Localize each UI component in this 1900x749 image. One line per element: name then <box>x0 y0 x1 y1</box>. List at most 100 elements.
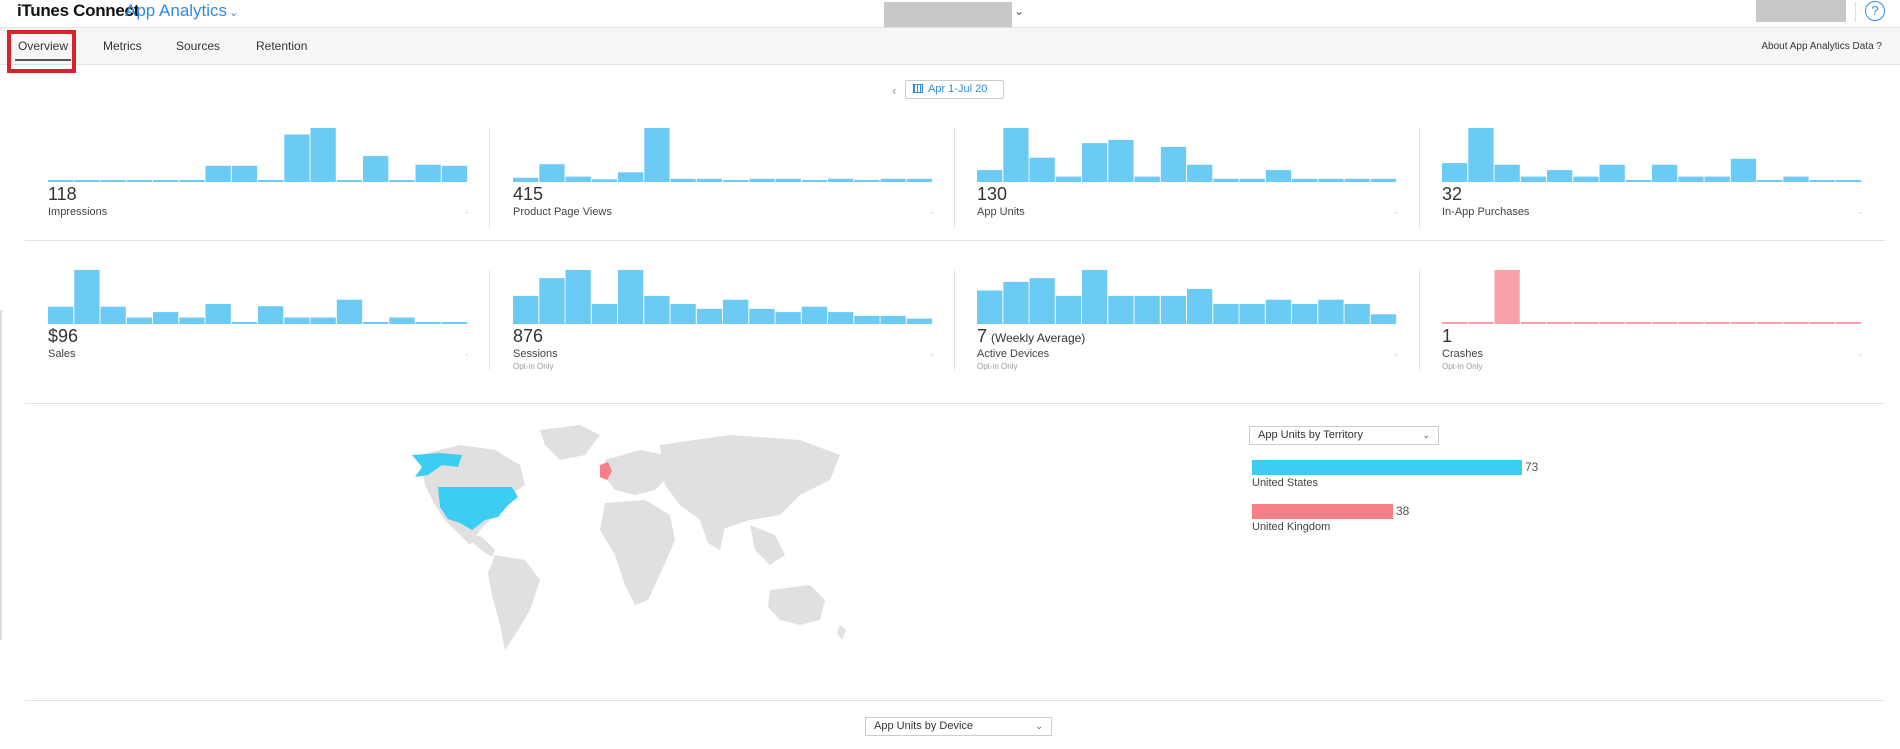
metric-bar <box>513 295 539 324</box>
metric-sublabel: Opt-in Only <box>513 362 554 371</box>
metric-bar <box>1003 281 1029 324</box>
metric-card[interactable]: 1 Crashes Opt-in Only - <box>1442 268 1862 393</box>
metric-bar <box>1029 157 1055 182</box>
metric-value: 130 <box>977 184 1007 205</box>
map-south-america <box>488 555 540 650</box>
divider <box>489 128 490 228</box>
metric-card[interactable]: 7 (Weekly Average) Active Devices Opt-in On… <box>977 268 1397 393</box>
world-map[interactable] <box>400 425 870 670</box>
metric-bar <box>153 312 179 324</box>
metric-bar <box>1239 178 1265 182</box>
date-range-button[interactable]: Apr 1-Jul 20 <box>905 80 1004 99</box>
metric-bar <box>1520 322 1547 324</box>
map-south-asia <box>700 520 725 550</box>
territory-name: United Kingdom <box>1252 521 1331 533</box>
product-menu[interactable]: App Analytics ⌄ <box>125 1 238 21</box>
map-central-america <box>470 533 495 557</box>
chevron-down-icon[interactable]: ⌄ <box>1014 4 1024 18</box>
territory-value: 73 <box>1525 460 1539 474</box>
territory-select[interactable]: App Units by Territory ⌄ <box>1249 426 1439 445</box>
metric-change-indicator: - <box>1394 350 1397 359</box>
metric-bar <box>1160 295 1187 324</box>
metric-bar <box>1783 322 1809 324</box>
user-account[interactable] <box>1756 0 1846 22</box>
metric-bar <box>1370 178 1397 182</box>
metric-change-indicator: - <box>930 208 933 217</box>
metric-bar <box>1292 304 1318 324</box>
metric-value: 876 <box>513 326 543 347</box>
metric-sublabel: Opt-in Only <box>1442 362 1483 371</box>
metric-bar-chart <box>977 128 1397 182</box>
metric-bar <box>1187 164 1213 182</box>
tab-bar: Overview Metrics Sources Retention About… <box>0 28 1900 65</box>
metric-bar <box>363 322 389 324</box>
metric-label: Sales <box>48 348 76 360</box>
metric-value-number: $96 <box>48 326 79 346</box>
help-icon[interactable]: ? <box>1865 1 1885 21</box>
metric-bar <box>1625 180 1652 182</box>
metric-bar <box>1265 299 1292 324</box>
metric-card[interactable]: $96 Sales - <box>48 268 468 393</box>
metric-bar <box>336 180 363 182</box>
metric-bar <box>539 278 565 324</box>
metric-bar <box>1599 164 1625 182</box>
tab-metrics[interactable]: Metrics <box>103 28 142 65</box>
metric-bar <box>1757 180 1783 182</box>
metric-bar <box>591 304 618 324</box>
metric-bar-chart <box>1442 128 1862 182</box>
metric-bar <box>389 180 415 182</box>
product-name: App Analytics <box>125 1 228 20</box>
metric-bar <box>565 176 591 182</box>
metric-bar <box>880 178 906 182</box>
metric-bar <box>1442 322 1468 324</box>
metric-card[interactable]: 876 Sessions Opt-in Only - <box>513 268 933 393</box>
metric-bar <box>618 270 644 324</box>
metric-bar <box>179 180 205 182</box>
metric-bar <box>670 304 696 324</box>
device-select-label: App Units by Device <box>874 720 974 732</box>
metric-bar <box>749 178 775 182</box>
metric-value-number: 1 <box>1442 326 1453 346</box>
metric-bar <box>284 317 310 324</box>
metric-bar <box>258 306 284 324</box>
divider <box>1855 2 1856 22</box>
metric-bar <box>48 180 74 182</box>
metric-bar <box>1344 178 1370 182</box>
metric-card[interactable]: 130 App Units - <box>977 126 1397 251</box>
metric-bar <box>1292 178 1318 182</box>
territory-bar[interactable] <box>1252 504 1393 519</box>
about-analytics-link[interactable]: About App Analytics Data ? <box>1761 28 1882 65</box>
metric-bar <box>1370 314 1397 324</box>
metric-change-indicator: - <box>465 350 468 359</box>
metric-bar <box>1652 164 1678 182</box>
tab-retention[interactable]: Retention <box>256 28 307 65</box>
metric-value: $96 <box>48 326 78 347</box>
territory-bar[interactable] <box>1252 460 1522 475</box>
metric-bar <box>153 180 179 182</box>
metric-bar <box>1213 178 1239 182</box>
metric-bar <box>539 164 565 182</box>
metric-bar <box>1835 322 1862 324</box>
calendar-icon <box>913 84 923 93</box>
metric-card[interactable]: 415 Product Page Views - <box>513 126 933 251</box>
metric-bar <box>1108 139 1134 182</box>
territory-value: 38 <box>1396 504 1410 518</box>
metric-bar <box>1730 158 1757 182</box>
metric-card[interactable]: 118 Impressions - <box>48 126 468 251</box>
metric-bar <box>854 315 880 324</box>
top-bar: iTunes Connect App Analytics ⌄ ⌄ ? <box>0 0 1900 28</box>
metric-card[interactable]: 32 In-App Purchases - <box>1442 126 1862 251</box>
app-selector[interactable] <box>884 2 1012 27</box>
map-africa <box>600 500 675 605</box>
device-select[interactable]: App Units by Device ⌄ <box>865 717 1052 736</box>
metric-value-number: 130 <box>977 184 1008 204</box>
metric-bar <box>205 304 231 324</box>
metric-bar <box>1547 322 1573 324</box>
divider <box>25 403 1885 404</box>
chevron-left-icon[interactable]: ‹ <box>892 83 896 98</box>
metric-bar <box>1468 128 1494 182</box>
metric-bar <box>906 178 933 182</box>
metric-bar <box>126 317 153 324</box>
tab-sources[interactable]: Sources <box>176 28 220 65</box>
divider <box>25 240 1885 241</box>
